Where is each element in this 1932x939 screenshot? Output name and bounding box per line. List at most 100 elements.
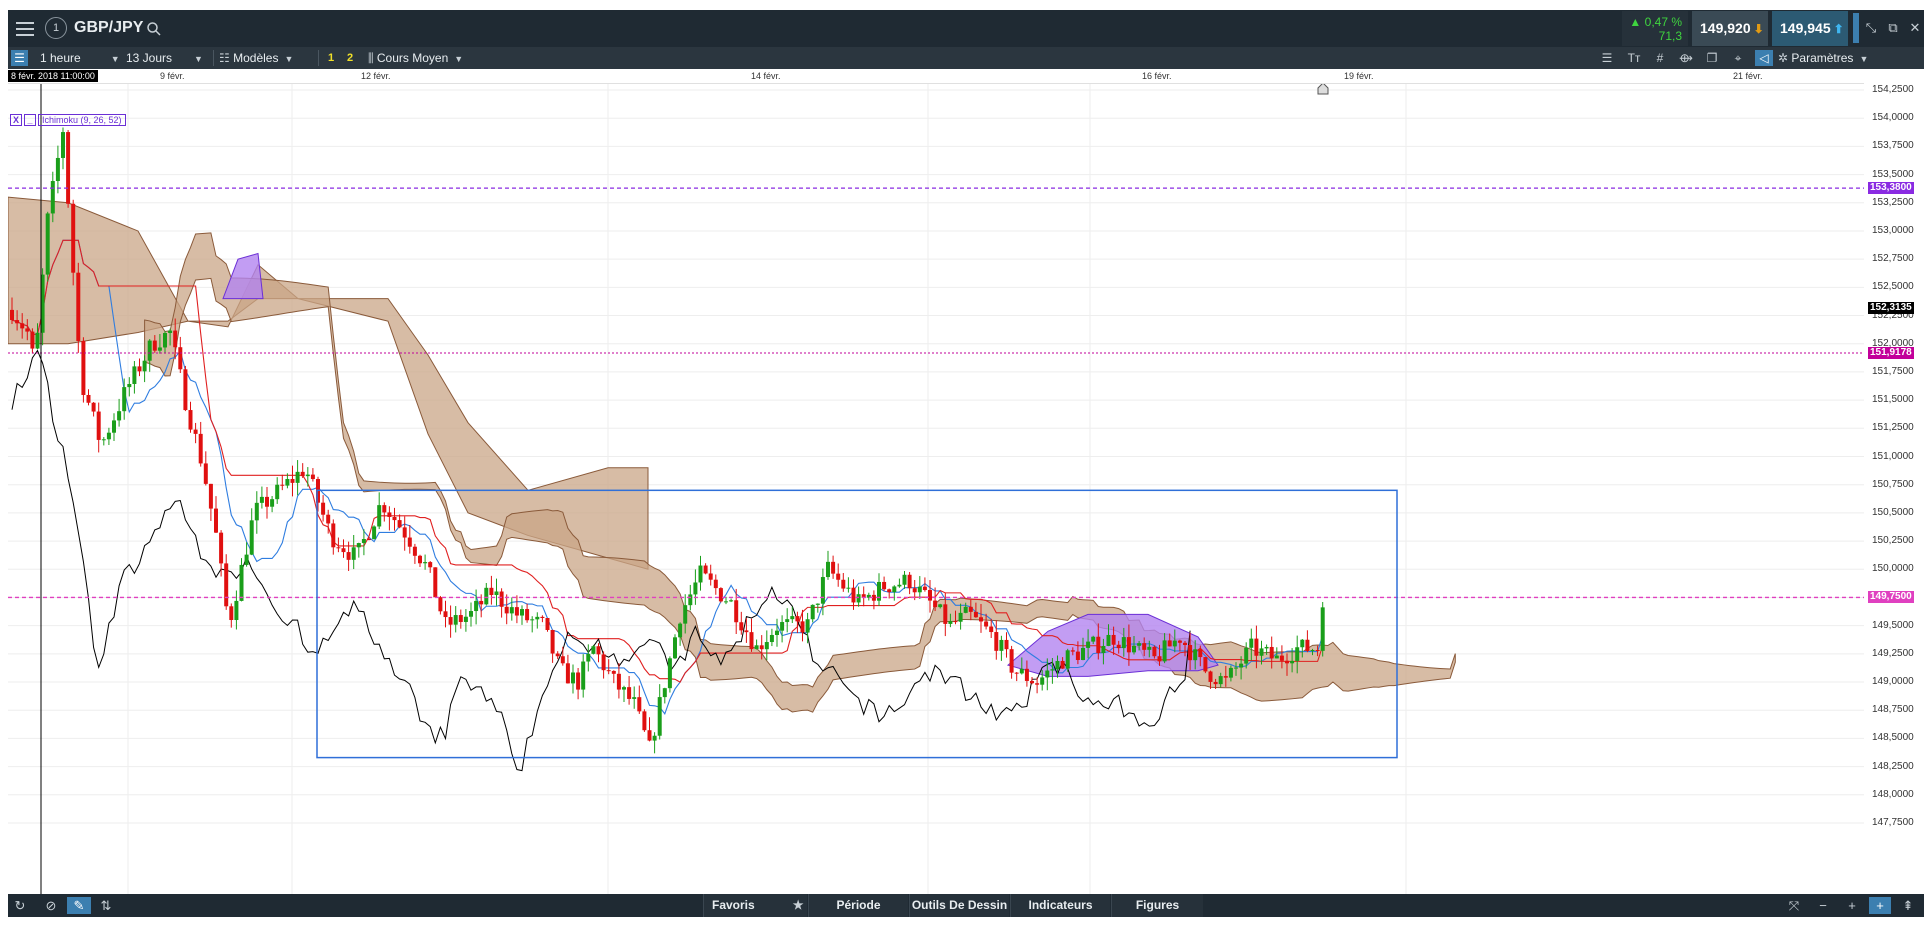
popout-icon[interactable]: ⧉ [1885, 20, 1901, 36]
candle-body [20, 323, 25, 329]
candle-body [142, 360, 147, 372]
candle-body [1132, 645, 1136, 653]
crosshair-mode-icon[interactable]: + [1869, 897, 1891, 914]
price-type-select[interactable]: ⫼ Cours Moyen ▼ [368, 47, 463, 69]
price-chart[interactable] [8, 84, 1864, 894]
close-icon[interactable]: ✕ [1907, 20, 1923, 36]
pin-icon[interactable]: ⌖ [1729, 50, 1747, 66]
candle-body [892, 586, 897, 593]
candle-body [463, 616, 468, 622]
candle-body [764, 642, 769, 650]
layout-1-button[interactable]: 1 [323, 47, 339, 69]
candle-body [377, 505, 382, 527]
candle-body [984, 621, 989, 627]
drawing-tools-tab[interactable]: Outils De Dessin [909, 894, 1009, 917]
candle-body [571, 672, 575, 684]
candle-body [494, 591, 499, 596]
remove-indicator-button[interactable]: X [10, 114, 22, 126]
candle-body [1234, 667, 1238, 669]
candle-body [907, 574, 912, 589]
drawing-overlays [8, 84, 1864, 894]
price-label: 148,5000 [1872, 732, 1914, 744]
candle-body [933, 600, 938, 608]
indicators-tab[interactable]: Indicateurs [1010, 894, 1110, 917]
candle-body [407, 537, 412, 547]
candle-body [423, 562, 428, 564]
candle-body [938, 604, 943, 608]
candle-body [1075, 651, 1080, 661]
templates-select[interactable]: ☷ Modèles ▼ [219, 47, 293, 69]
minimize-indicator-button[interactable]: _ [24, 114, 36, 126]
price-label: 150,7500 [1872, 478, 1914, 490]
info-icon[interactable]: 1 [45, 17, 67, 39]
candle-body [815, 603, 820, 605]
candle-body [412, 546, 417, 556]
range-select[interactable]: 13 Jours ▼ [126, 47, 203, 69]
candle-body [514, 607, 519, 616]
price-label: 153,0000 [1872, 224, 1914, 236]
candle-body [754, 645, 759, 650]
candle-body [520, 609, 524, 616]
candle-body [168, 330, 173, 333]
figures-tab[interactable]: Figures [1111, 894, 1203, 917]
candle-body [15, 320, 20, 324]
ichimoku-lines [11, 239, 1324, 772]
candle-body [285, 478, 290, 486]
candle-body [1172, 640, 1177, 647]
text-size-icon[interactable]: Tᴛ [1625, 50, 1643, 66]
candle-body [1285, 660, 1289, 664]
candle-body [555, 653, 560, 657]
candle-body [127, 383, 132, 388]
candle-body [214, 508, 218, 533]
refresh-icon[interactable]: ↻ [11, 897, 29, 914]
zoom-out-icon[interactable]: − [1814, 897, 1832, 914]
candle-body [1295, 647, 1300, 661]
fit-icon[interactable]: ⤧ [1785, 897, 1803, 914]
app-window: 1 GBP/JPY ▲ 0,47 % 71,3 149,920 ⬇ 149,945… [0, 0, 1932, 939]
symbol-title[interactable]: GBP/JPY [74, 19, 143, 37]
swap-icon[interactable]: ⇅ [97, 897, 115, 914]
candle-body [606, 670, 611, 672]
price-type-label: Cours Moyen [376, 51, 449, 65]
pan-icon[interactable]: ⇞ [1899, 897, 1917, 914]
candle-body [724, 601, 728, 603]
search-icon[interactable] [146, 21, 162, 37]
date-label: 12 févr. [361, 71, 391, 81]
candle-body [418, 555, 422, 564]
candle-body [356, 543, 361, 548]
settings-menu[interactable]: ✲ Paramètres ▼ [1778, 47, 1868, 69]
grid-icon[interactable]: # [1651, 50, 1669, 66]
copy-icon[interactable]: ❐ [1703, 50, 1721, 66]
timeframe-select[interactable]: 1 heure ▼ [40, 47, 120, 69]
candle-body [305, 474, 310, 477]
candle-body [637, 697, 642, 712]
price-axis[interactable]: 154,2500 154,0000 153,7500 153,5000 153,2500… [1864, 84, 1924, 894]
layers-icon[interactable]: ☰ [1598, 50, 1616, 66]
favorites-tab[interactable]: Favoris ★ [703, 894, 807, 917]
chart-toolbar: ☰ 1 heure ▼ 13 Jours ▼ ☷ Modèles ▼ 1 2 ⫼ Co… [8, 47, 1924, 69]
zoom-in-icon[interactable]: + [1843, 897, 1861, 914]
candle-body [152, 340, 157, 351]
menu-icon[interactable] [14, 18, 36, 40]
candle-body [963, 606, 968, 613]
candle-body [1086, 641, 1091, 648]
candle-body [367, 539, 371, 541]
candle-body [234, 600, 239, 621]
buy-price-button[interactable]: 149,945 ⬆ [1772, 11, 1848, 46]
date-axis: 8 févr. 2018 11:00:00 9 févr. 12 févr. 1… [8, 69, 1864, 84]
restore-icon[interactable]: ⤡ [1863, 20, 1879, 36]
pencil-icon[interactable]: ✎ [67, 897, 91, 914]
chart-list-icon[interactable]: ☰ [11, 50, 28, 66]
indicator-name[interactable]: Ichimoku (9, 26, 52) [38, 114, 126, 126]
candle-body [1213, 681, 1218, 685]
candle-body [76, 272, 81, 341]
sell-price-button[interactable]: 149,920 ⬇ [1692, 11, 1768, 46]
period-tab[interactable]: Période [808, 894, 908, 917]
layout-2-button[interactable]: 2 [342, 47, 358, 69]
candle-body [1264, 646, 1269, 649]
tag-icon[interactable]: ◁ [1755, 50, 1773, 66]
candle-body [560, 656, 565, 664]
candle-body [61, 132, 65, 158]
crosshair-icon[interactable]: ⟴ [1677, 50, 1695, 66]
cancel-icon[interactable]: ⊘ [42, 897, 60, 914]
